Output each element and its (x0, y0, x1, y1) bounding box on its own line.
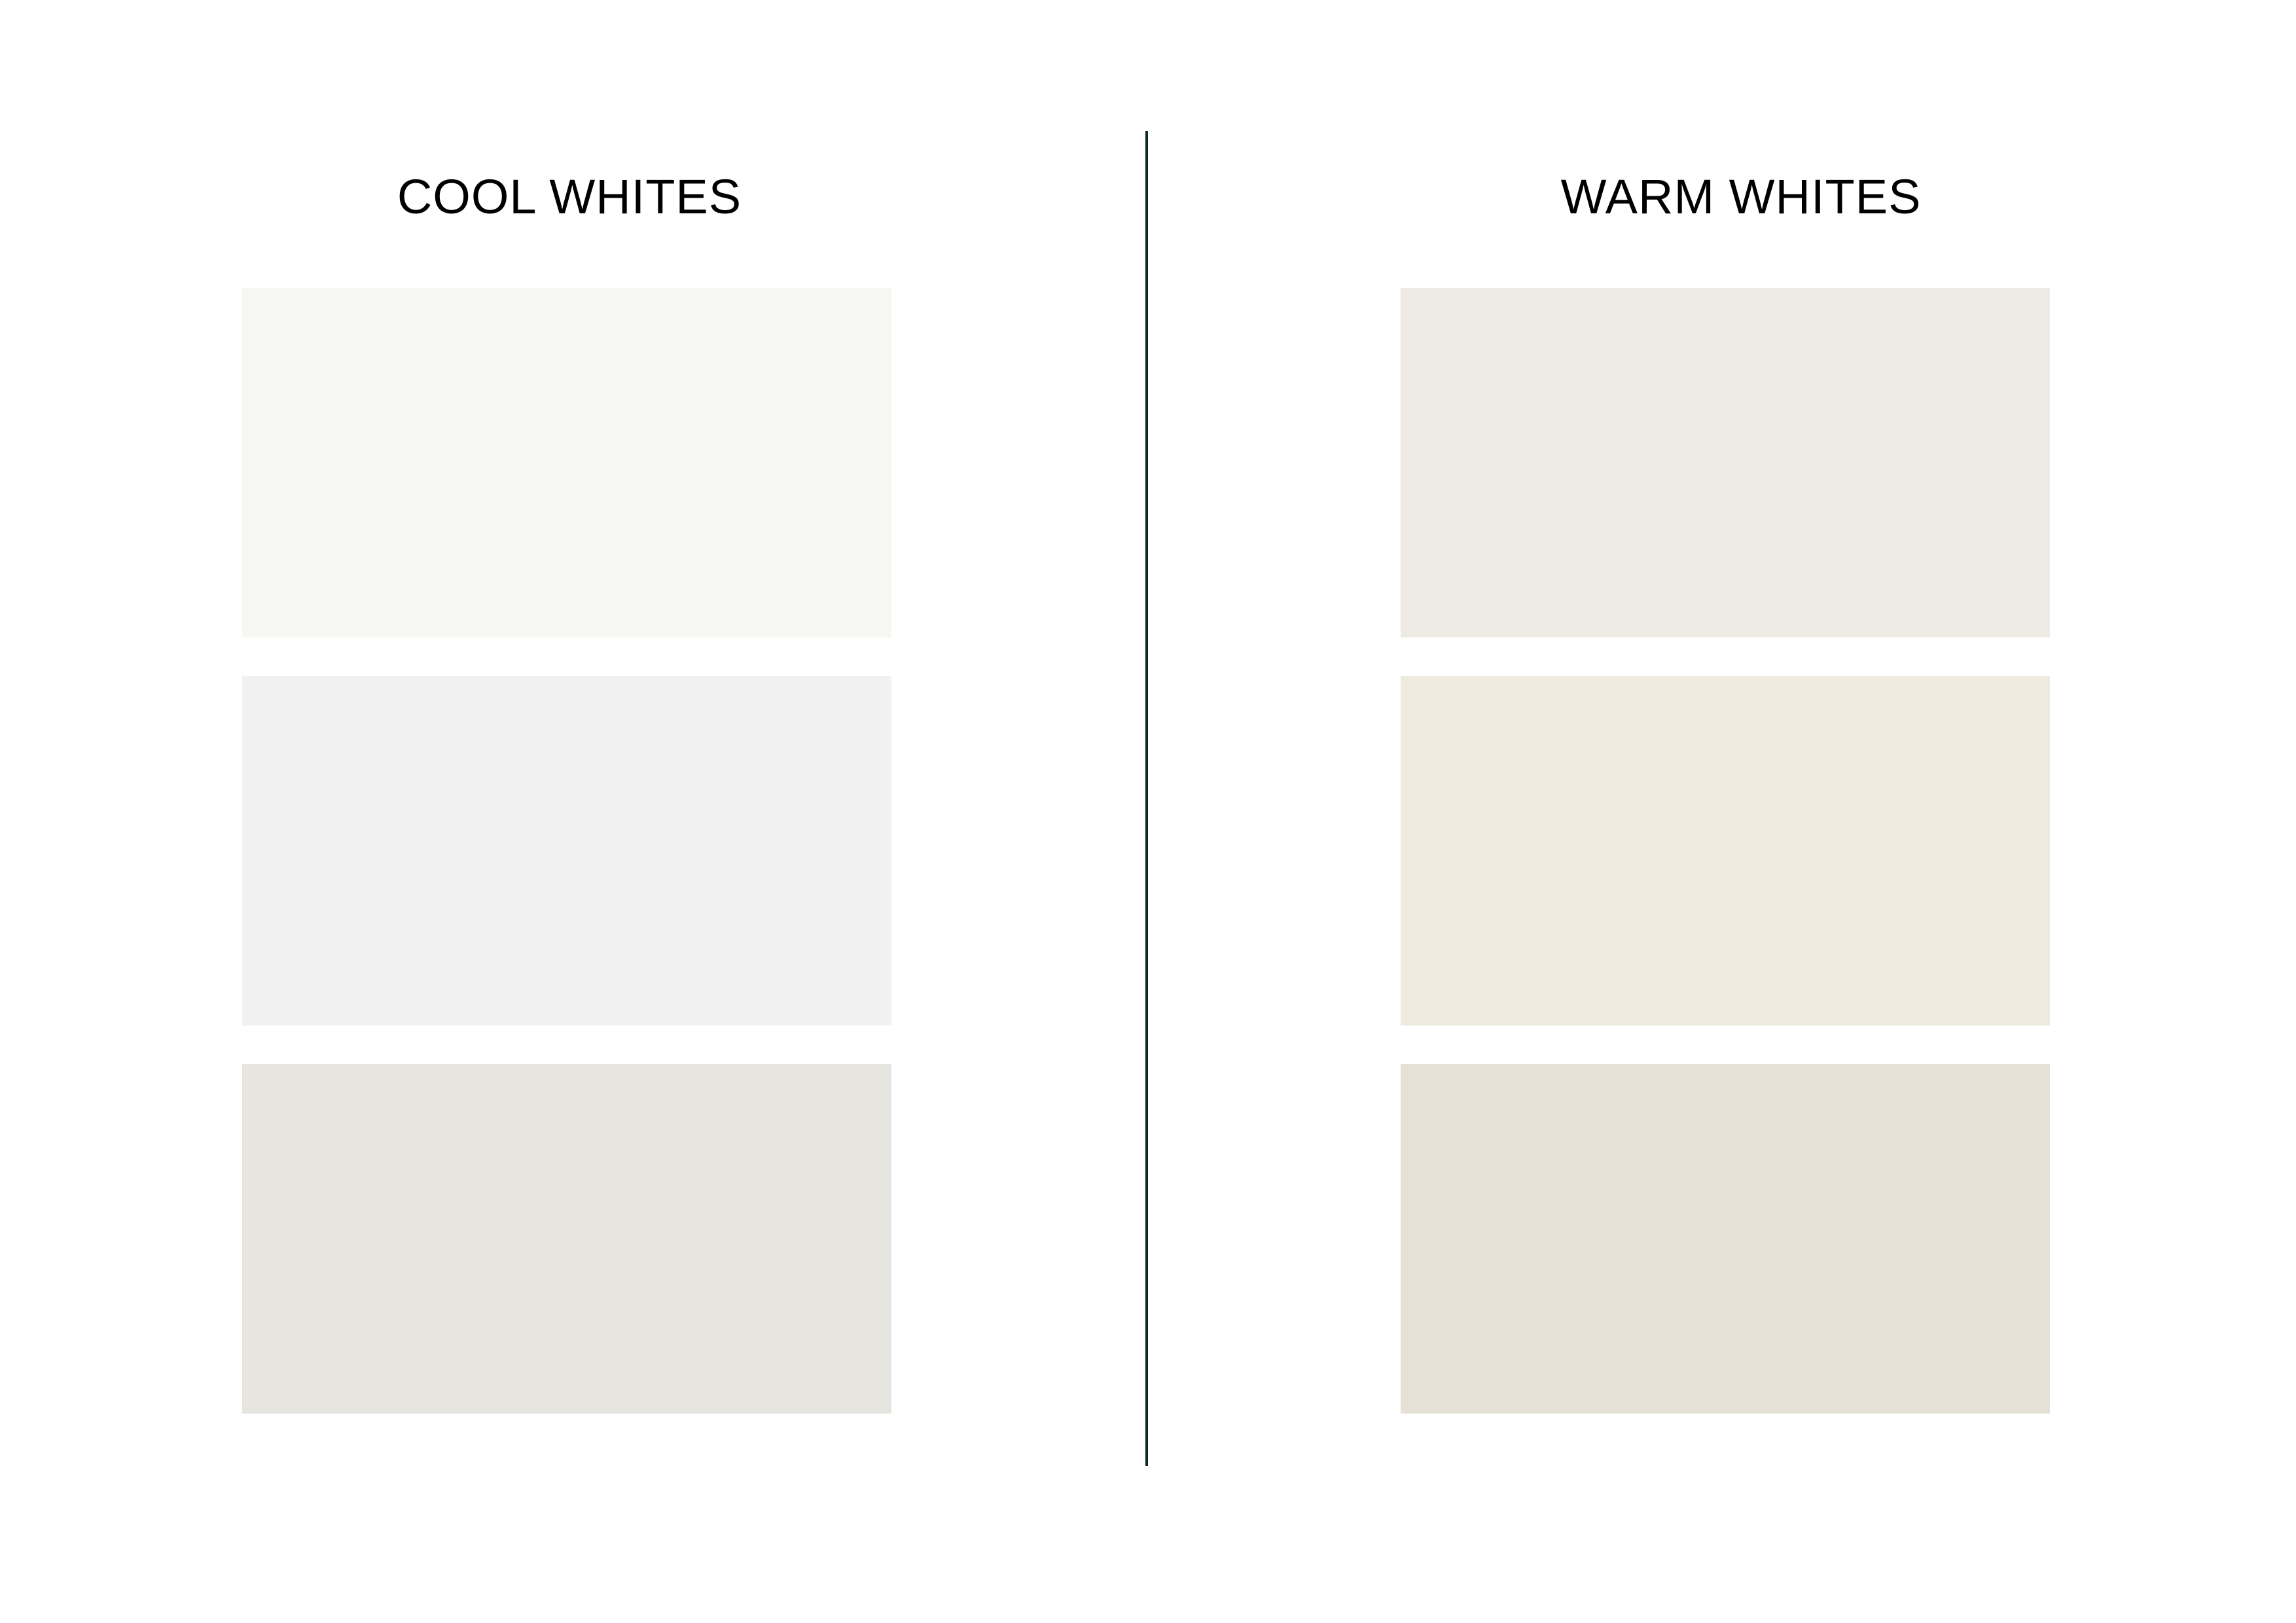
warm-white-swatch (1401, 676, 2050, 1026)
cool-white-swatch (242, 288, 891, 637)
warm-white-swatch (1401, 288, 2050, 637)
cool-whites-title: COOL WHITES (397, 169, 742, 224)
column-divider (1145, 131, 1148, 1466)
warm-whites-title: WARM WHITES (1560, 169, 1922, 224)
cool-white-swatch (242, 676, 891, 1026)
warm-white-swatch (1401, 1064, 2050, 1414)
cool-white-swatch (242, 1064, 891, 1414)
